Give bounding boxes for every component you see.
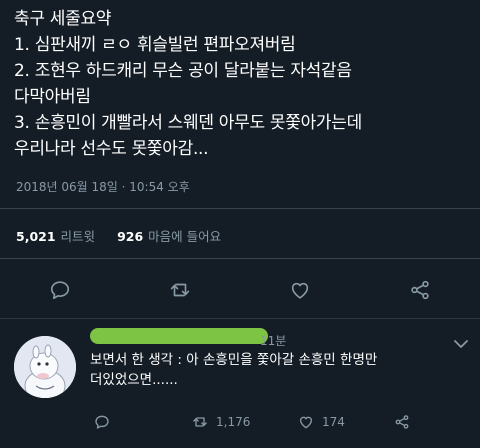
retweet-count[interactable]: 5,021 bbox=[16, 229, 56, 244]
tweet-text: 축구 세줄요약 1. 심판새끼 ㄹㅇ 휘슬빌런 편파오져버림 2. 조현우 하드… bbox=[14, 9, 362, 159]
like-icon bbox=[300, 416, 312, 429]
chevron-down-icon bbox=[454, 340, 468, 348]
reply-button[interactable] bbox=[46, 276, 74, 304]
tweet-action-bar bbox=[0, 276, 480, 304]
like-count[interactable]: 926 bbox=[117, 229, 143, 244]
reply-like-count: 174 bbox=[322, 415, 345, 429]
share-icon bbox=[395, 415, 409, 429]
reply-action-bar: 1,176 174 bbox=[0, 412, 480, 432]
reply-retweet-count: 1,176 bbox=[216, 415, 251, 429]
reply-more-button[interactable] bbox=[452, 336, 470, 350]
reply-time[interactable]: 11분 bbox=[260, 332, 286, 349]
like-button[interactable] bbox=[286, 276, 314, 304]
divider bbox=[0, 208, 480, 209]
share-button[interactable] bbox=[406, 276, 434, 304]
like-icon bbox=[291, 282, 309, 299]
tweet-stats: 5,021 리트윗 926 마음에 들어요 bbox=[16, 226, 243, 245]
retweet-label[interactable]: 리트윗 bbox=[61, 226, 96, 245]
reply-icon bbox=[50, 281, 70, 300]
share-icon bbox=[411, 280, 429, 300]
reply-reply-button[interactable] bbox=[94, 412, 118, 432]
moomin-avatar-image bbox=[14, 336, 76, 398]
tweet-timestamp[interactable]: 2018년 06월 18일 · 10:54 오후 bbox=[16, 178, 190, 195]
retweet-icon bbox=[170, 283, 190, 297]
retweet-icon bbox=[193, 417, 207, 427]
redacted-username bbox=[90, 328, 268, 344]
avatar[interactable] bbox=[14, 336, 76, 398]
reply-text: 보면서 한 생각 : 아 손흥민을 쫓아갈 손흥민 한명만 더있었으면.....… bbox=[90, 352, 378, 388]
reply-like-button[interactable]: 174 bbox=[298, 412, 345, 432]
divider bbox=[0, 258, 480, 259]
like-label[interactable]: 마음에 들어요 bbox=[148, 226, 221, 245]
reply-icon bbox=[95, 415, 109, 429]
reply-tweet[interactable]: 11분 보면서 한 생각 : 아 손흥민을 쫓아갈 손흥민 한명만 더있었으면.… bbox=[0, 320, 480, 448]
reply-share-button[interactable] bbox=[394, 412, 418, 432]
retweet-button[interactable] bbox=[166, 276, 194, 304]
divider bbox=[0, 318, 480, 319]
reply-retweet-button[interactable]: 1,176 bbox=[192, 412, 250, 432]
